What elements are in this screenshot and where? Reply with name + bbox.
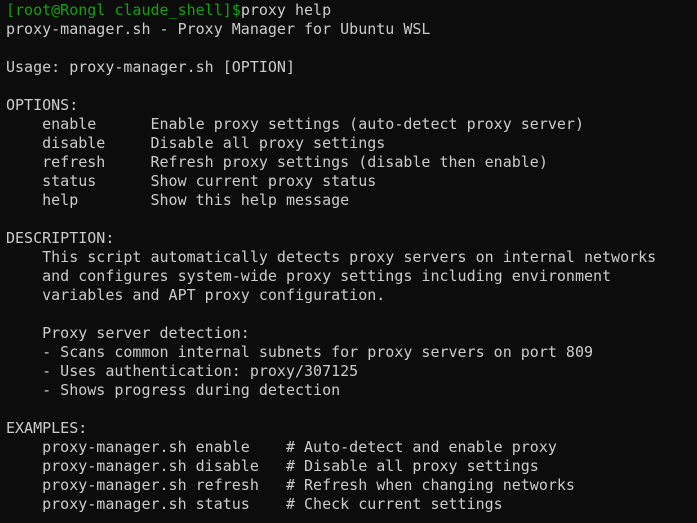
- entered-command: proxy help: [240, 1, 332, 19]
- output-line: proxy-manager.sh enable # Auto-detect an…: [6, 438, 557, 456]
- output-line: Usage: proxy-manager.sh [OPTION]: [6, 58, 295, 76]
- output-line: status Show current proxy status: [6, 172, 377, 190]
- output-line: proxy-manager.sh refresh # Refresh when …: [6, 476, 575, 494]
- output-line: OPTIONS:: [6, 96, 79, 114]
- command-output: proxy-manager.sh - Proxy Manager for Ubu…: [6, 20, 697, 514]
- output-line: - Uses authentication: proxy/307125: [6, 362, 359, 380]
- terminal-window[interactable]: [root@Rongl claude_shell]$proxy help pro…: [0, 0, 697, 523]
- output-line: EXAMPLES:: [6, 419, 88, 437]
- output-line: - Shows progress during detection: [6, 381, 341, 399]
- output-line: help Show this help message: [6, 191, 350, 209]
- output-line: Proxy server detection:: [6, 324, 250, 342]
- output-line: refresh Refresh proxy settings (disable …: [6, 153, 548, 171]
- output-line: proxy-manager.sh disable # Disable all p…: [6, 457, 539, 475]
- output-line: disable Disable all proxy settings: [6, 134, 386, 152]
- output-line: and configures system-wide proxy setting…: [6, 267, 612, 285]
- shell-prompt: [root@Rongl claude_shell]$: [6, 1, 241, 19]
- output-line: proxy-manager.sh status # Check current …: [6, 495, 503, 513]
- output-line: variables and APT proxy configuration.: [6, 286, 386, 304]
- output-line: enable Enable proxy settings (auto-detec…: [6, 115, 584, 133]
- prompt-line: [root@Rongl claude_shell]$proxy help: [6, 1, 697, 20]
- output-line: - Scans common internal subnets for prox…: [6, 343, 593, 361]
- output-line: proxy-manager.sh - Proxy Manager for Ubu…: [6, 20, 431, 38]
- output-line: This script automatically detects proxy …: [6, 248, 657, 266]
- output-line: DESCRIPTION:: [6, 229, 115, 247]
